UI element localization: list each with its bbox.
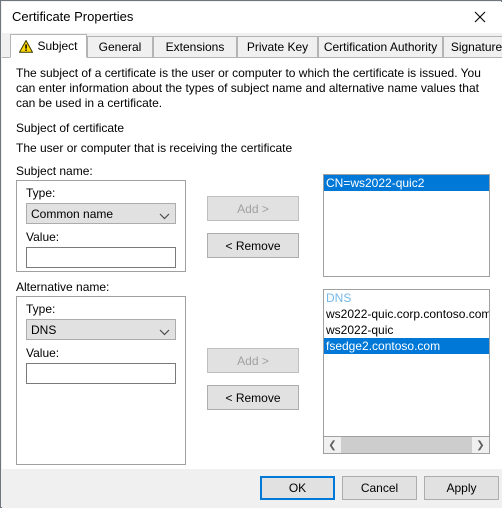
section-subtitle: The user or computer that is receiving t… <box>16 141 293 155</box>
close-icon[interactable] <box>457 2 502 32</box>
list-item[interactable]: CN=ws2022-quic2 <box>324 175 489 191</box>
tab-signature[interactable]: Signature <box>443 36 502 58</box>
alternative-name-horizontal-scrollbar[interactable]: ❮ ❯ <box>323 437 490 454</box>
subject-name-value-input[interactable] <box>26 247 176 268</box>
subject-name-remove-label: < Remove <box>225 238 281 253</box>
alternative-name-type-label: Type: <box>26 302 56 316</box>
alternative-name-value-label: Value: <box>26 346 60 360</box>
tab-certification-authority[interactable]: Certification Authority <box>318 36 443 58</box>
dialog-footer: OK Cancel Apply <box>2 469 502 508</box>
apply-button[interactable]: Apply <box>424 476 499 500</box>
section-title: Subject of certificate <box>16 121 125 135</box>
tab-general[interactable]: General <box>87 36 153 58</box>
list-item[interactable]: fsedge2.contoso.com <box>324 338 489 354</box>
title-bar: Certificate Properties <box>2 2 502 33</box>
window-title: Certificate Properties <box>12 9 134 24</box>
close-x-glyph <box>474 11 485 23</box>
certificate-properties-dialog: Certificate Properties Subject General E… <box>0 0 502 508</box>
subject-name-type-combo-wrap: Common name <box>26 203 176 224</box>
scroll-left-icon[interactable]: ❮ <box>324 437 341 453</box>
apply-label: Apply <box>446 481 477 495</box>
tab-description: The subject of a certificate is the user… <box>16 66 481 110</box>
list-item[interactable]: ws2022-quic <box>324 322 489 338</box>
tab-signature-label: Signature <box>450 40 502 54</box>
alternative-name-listbox[interactable]: DNS ws2022-quic.corp.contoso.com ws2022-… <box>323 289 490 437</box>
ok-label: OK <box>288 481 307 495</box>
tab-extensions-label: Extensions <box>165 40 225 54</box>
subject-name-group-label: Subject name: <box>16 164 93 178</box>
alternative-name-type-combo-wrap: DNS <box>26 319 176 340</box>
alternative-name-remove-label: < Remove <box>225 390 281 405</box>
tab-general-label: General <box>98 40 142 54</box>
scrollbar-track[interactable] <box>341 437 472 453</box>
alternative-name-remove-button[interactable]: < Remove <box>207 385 299 410</box>
cancel-label: Cancel <box>360 481 399 495</box>
scrollbar-thumb[interactable] <box>341 437 472 453</box>
alternative-name-value-input[interactable] <box>26 363 176 384</box>
list-item[interactable]: ws2022-quic.corp.contoso.com <box>324 306 489 322</box>
alternative-name-add-label: Add > <box>237 353 269 368</box>
scroll-right-icon[interactable]: ❯ <box>472 437 489 453</box>
subject-name-remove-button[interactable]: < Remove <box>207 233 299 258</box>
subject-tab-panel: The subject of a certificate is the user… <box>2 57 502 470</box>
warning-triangle-glyph <box>19 38 34 53</box>
alternative-name-group-label: Alternative name: <box>16 280 110 294</box>
ok-button[interactable]: OK <box>260 476 335 500</box>
subject-name-type-label: Type: <box>26 186 56 200</box>
tab-private-key[interactable]: Private Key <box>237 36 318 58</box>
cancel-button[interactable]: Cancel <box>342 476 417 500</box>
tab-certification-authority-label: Certification Authority <box>323 40 438 54</box>
tab-extensions[interactable]: Extensions <box>153 36 237 58</box>
tab-subject-label: Subject <box>37 39 78 53</box>
tab-subject[interactable]: Subject <box>10 34 87 58</box>
alternative-name-add-button[interactable]: Add > <box>207 348 299 373</box>
subject-name-listbox[interactable]: CN=ws2022-quic2 <box>323 174 490 277</box>
subject-name-add-button[interactable]: Add > <box>207 196 299 221</box>
tab-strip: Subject General Extensions Private Key C… <box>2 33 502 59</box>
warning-triangle-icon <box>19 38 34 53</box>
tab-private-key-label: Private Key <box>246 40 309 54</box>
subject-name-value-label: Value: <box>26 230 60 244</box>
subject-name-type-select[interactable]: Common name <box>26 203 176 224</box>
subject-name-add-label: Add > <box>237 201 269 216</box>
list-group-header: DNS <box>326 291 352 305</box>
alternative-name-type-select[interactable]: DNS <box>26 319 176 340</box>
